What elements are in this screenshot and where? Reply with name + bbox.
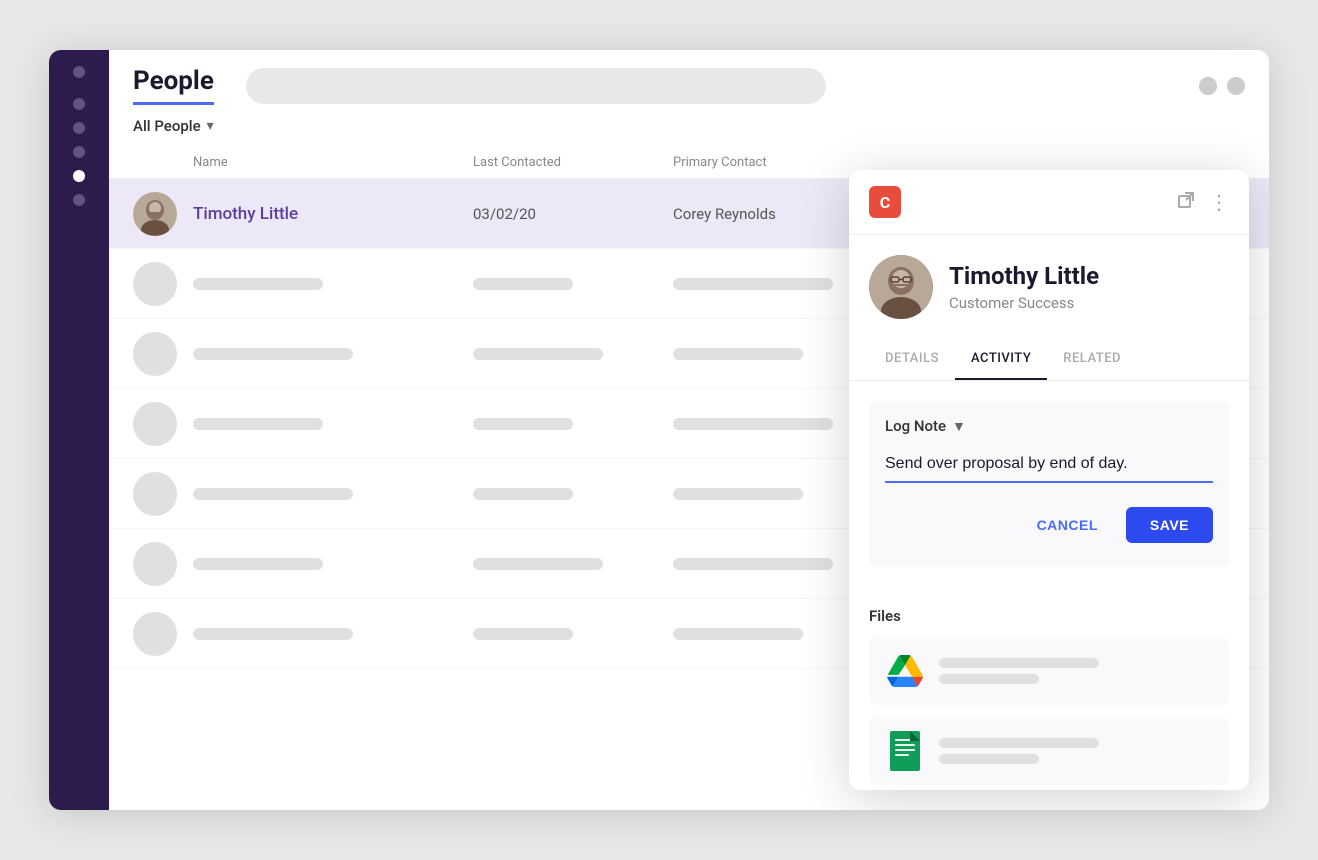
sidebar-item-6[interactable] [73, 194, 85, 206]
skeleton-contact [673, 418, 833, 430]
file-item-gsheets[interactable] [869, 717, 1229, 785]
header: People [109, 50, 1269, 105]
avatar [133, 192, 177, 236]
col-header-name: Name [193, 147, 473, 178]
file-size-line [939, 754, 1039, 764]
more-options-icon[interactable]: ⋮ [1209, 192, 1229, 212]
col-header-last-contacted: Last Contacted [473, 147, 673, 178]
skeleton-date [473, 628, 573, 640]
sidebar-item-2[interactable] [73, 98, 85, 110]
skeleton-avatar [133, 542, 177, 586]
file-meta-gsheets [939, 738, 1213, 764]
contact-role: Customer Success [949, 294, 1099, 312]
gdrive-icon [885, 651, 925, 691]
skeleton-contact [673, 488, 803, 500]
tabs: DETAILS ACTIVITY RELATED [849, 339, 1249, 381]
tab-related[interactable]: RELATED [1047, 339, 1137, 380]
skeleton-avatar [133, 332, 177, 376]
sidebar-item-5[interactable] [73, 170, 85, 182]
save-button[interactable]: SAVE [1126, 507, 1213, 543]
contact-name: Timothy Little [949, 262, 1099, 291]
detail-panel-header: C ⋮ [849, 170, 1249, 235]
note-input[interactable] [885, 447, 1213, 483]
file-name-line [939, 738, 1099, 748]
person-avatar-img [133, 192, 177, 236]
header-icon-2[interactable] [1227, 77, 1245, 95]
skeleton-name [193, 558, 323, 570]
cancel-button[interactable]: CANCEL [1021, 507, 1114, 543]
skeleton-avatar [133, 402, 177, 446]
skeleton-contact [673, 278, 833, 290]
tab-activity[interactable]: ACTIVITY [955, 339, 1047, 380]
skeleton-name [193, 278, 323, 290]
log-note-label: Log Note [885, 417, 946, 435]
files-section: Files [849, 607, 1249, 790]
activity-section: Log Note ▼ CANCEL SAVE [849, 381, 1249, 607]
header-icon-1[interactable] [1199, 77, 1217, 95]
skeleton-name [193, 488, 353, 500]
app-container: People All People ▾ Name Last Contacted … [49, 50, 1269, 810]
log-note-header: Log Note ▼ [885, 417, 1213, 435]
skeleton-avatar [133, 612, 177, 656]
search-bar[interactable] [246, 68, 826, 104]
col-header-avatar [133, 147, 193, 178]
skeleton-contact [673, 348, 803, 360]
contact-avatar [869, 255, 933, 319]
skeleton-contact [673, 558, 833, 570]
file-item-gdrive[interactable] [869, 637, 1229, 705]
sidebar-item-3[interactable] [73, 122, 85, 134]
skeleton-name [193, 418, 323, 430]
skeleton-date [473, 278, 573, 290]
action-buttons: CANCEL SAVE [885, 499, 1213, 551]
detail-header-icons: ⋮ [1177, 191, 1229, 214]
person-name: Timothy Little [193, 204, 473, 224]
skeleton-name [193, 348, 353, 360]
sidebar-item-4[interactable] [73, 146, 85, 158]
subheader: All People ▾ [109, 105, 1269, 147]
detail-panel: C ⋮ [849, 170, 1249, 790]
sidebar-item-1[interactable] [73, 66, 85, 78]
page-title: People [133, 66, 214, 105]
tab-details[interactable]: DETAILS [869, 339, 955, 380]
file-meta-gdrive [939, 658, 1213, 684]
log-note-dropdown-icon[interactable]: ▼ [952, 418, 966, 435]
skeleton-avatar [133, 472, 177, 516]
files-title: Files [869, 607, 1229, 625]
skeleton-avatar [133, 262, 177, 306]
file-name-line [939, 658, 1099, 668]
sidebar [49, 50, 109, 810]
skeleton-contact [673, 628, 803, 640]
google-drive-svg [887, 655, 923, 687]
google-sheets-svg [890, 731, 920, 771]
skeleton-name [193, 628, 353, 640]
all-people-label[interactable]: All People [133, 117, 201, 135]
header-icons [1199, 77, 1245, 95]
external-link-icon[interactable] [1177, 191, 1195, 214]
skeleton-date [473, 348, 603, 360]
last-contacted-value: 03/02/20 [473, 205, 673, 223]
gsheets-icon [885, 731, 925, 771]
log-note-box: Log Note ▼ CANCEL SAVE [869, 401, 1229, 567]
skeleton-date [473, 418, 573, 430]
file-size-line [939, 674, 1039, 684]
skeleton-date [473, 558, 603, 570]
contact-text: Timothy Little Customer Success [949, 262, 1099, 313]
contact-info: Timothy Little Customer Success [849, 235, 1249, 339]
crm-logo: C [869, 186, 901, 218]
contact-avatar-img [869, 255, 933, 319]
dropdown-arrow-icon[interactable]: ▾ [207, 118, 214, 134]
skeleton-date [473, 488, 573, 500]
